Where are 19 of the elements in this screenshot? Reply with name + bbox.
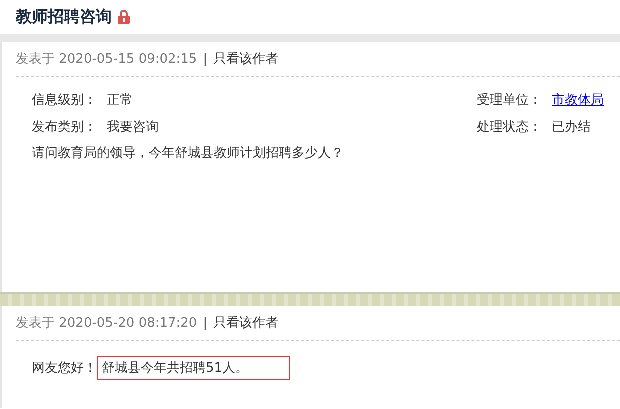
post-time: 发表于 2020-05-20 08:17:20	[16, 315, 198, 332]
separator: |	[203, 316, 208, 330]
field-value: 已办结	[552, 119, 591, 136]
lock-icon	[118, 10, 130, 24]
highlighted-answer: 舒城县今年共招聘51人。	[97, 356, 290, 380]
field-label: 处理状态：	[477, 119, 542, 136]
field-value: 正常	[107, 92, 133, 109]
page-title: 教师招聘咨询	[16, 6, 112, 28]
field-value: 我要咨询	[107, 119, 159, 136]
question-text: 请问教育局的领导，今年舒城县教师计划招聘多少人？	[32, 144, 345, 162]
author-filter-link[interactable]: 只看该作者	[214, 50, 279, 68]
post-time: 发表于 2020-05-15 09:02:15	[16, 51, 198, 68]
author-filter-link[interactable]: 只看该作者	[214, 314, 279, 332]
separator: |	[203, 52, 208, 66]
greeting-text: 网友您好！	[32, 360, 97, 377]
field-label: 发布类别：	[32, 119, 97, 136]
department-link[interactable]: 市教体局	[552, 91, 604, 109]
field-label: 信息级别：	[32, 92, 97, 109]
field-label: 受理单位：	[477, 92, 542, 109]
